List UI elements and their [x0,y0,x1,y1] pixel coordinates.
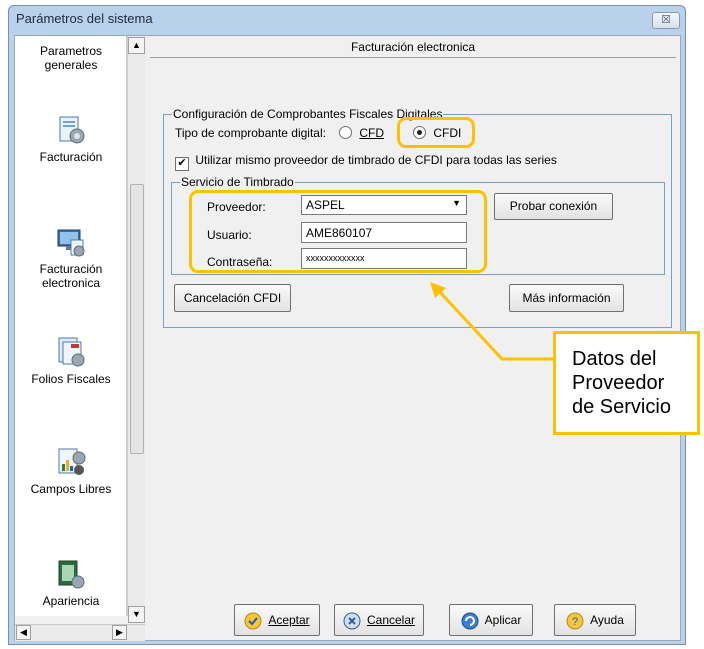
sidebar-item-facturacion-electronica[interactable]: Facturación electronica [15,226,127,290]
sidebar-item-label: Apariencia [42,594,100,608]
sidebar-item-label: Parametros generales [39,44,103,72]
aceptar-button[interactable]: Aceptar [234,604,320,636]
aplicar-button[interactable]: Aplicar [449,604,533,636]
radio-cfd-circle[interactable] [339,126,352,139]
radio-cfdi-circle[interactable] [413,126,426,139]
cancelacion-cfdi-button[interactable]: Cancelación CFDI [174,284,291,312]
close-icon: ☒ [661,14,671,26]
checkmark-icon[interactable]: ✔ [175,157,189,171]
usuario-input[interactable] [301,222,467,243]
same-provider-checkbox-label: Utilizar mismo proveedor de timbrado de … [195,153,557,167]
invoice-icon [59,116,85,144]
radio-cfd-label: CFD [359,126,385,140]
sidebar-item-label: Folios Fiscales [31,372,111,386]
sidebar-item-parametros-generales[interactable]: Parametros generales [15,44,127,72]
svg-text:?: ? [572,616,578,628]
radio-cfdi-label: CFDI [433,126,462,140]
sidebar: Parametros generales Facturación Factura… [15,36,127,616]
sidebar-item-folios-fiscales[interactable]: Folios Fiscales [15,336,127,386]
electronic-invoice-icon [57,229,85,257]
refresh-icon [461,612,479,630]
sidebar-item-facturacion[interactable]: Facturación [15,114,127,164]
aplicar-label: Aplicar [484,613,522,627]
help-icon: ? [566,612,584,630]
scrollbar-thumb[interactable] [130,184,144,454]
probar-conexion-button[interactable]: Probar conexión [494,193,613,220]
same-provider-checkbox[interactable]: ✔ Utilizar mismo proveedor de timbrado d… [175,153,557,171]
scroll-up-arrow-icon[interactable]: ▲ [128,37,145,54]
cancelar-label: Cancelar [366,613,416,627]
ayuda-label: Ayuda [590,613,624,627]
callout-box: Datos del Proveedor de Servicio [553,331,700,435]
close-button[interactable]: ☒ [652,12,680,29]
check-icon [244,612,262,630]
cancel-icon [343,612,361,630]
sidebar-item-label: Facturación electronica [39,262,103,290]
callout-line-3: de Servicio [572,396,671,418]
sidebar-item-campos-libres[interactable]: Campos Libres [15,446,127,496]
panel-title: Facturación electronica [150,36,676,58]
scroll-left-arrow-icon[interactable]: ◀ [16,625,31,640]
contrasena-input[interactable]: xxxxxxxxxxxxx [301,248,467,269]
appearance-icon [58,560,85,589]
contrasena-label: Contraseña: [207,255,273,269]
radio-cfdi[interactable]: CFDI [413,126,461,140]
proveedor-label: Proveedor: [207,200,266,214]
usuario-label: Usuario: [207,228,252,242]
chevron-down-icon[interactable]: ▼ [452,198,461,208]
callout-line-1: Datos del [572,348,657,370]
tipo-comprobante-label: Tipo de comprobante digital: [175,126,326,140]
sidebar-item-label: Campos Libres [30,482,112,496]
proveedor-select-value: ASPEL [306,198,345,212]
window-title: Parámetros del sistema [16,11,153,26]
fiscal-folios-icon [58,337,85,367]
sidebar-item-label: Facturación [39,150,103,164]
scroll-right-arrow-icon[interactable]: ▶ [112,625,127,640]
ayuda-button[interactable]: ? Ayuda [554,604,636,636]
callout-line-2: Proveedor [572,372,665,394]
sidebar-item-apariencia[interactable]: Apariencia [15,558,127,608]
radio-cfd[interactable]: CFD [339,126,384,140]
scroll-down-arrow-icon[interactable]: ▼ [128,606,145,623]
proveedor-select[interactable]: ASPEL ▼ [301,195,467,215]
free-fields-icon [58,448,86,475]
cancelar-button[interactable]: Cancelar [334,604,424,636]
timbrado-group-label: Servicio de Timbrado [180,175,295,189]
aceptar-label: Aceptar [268,613,310,627]
